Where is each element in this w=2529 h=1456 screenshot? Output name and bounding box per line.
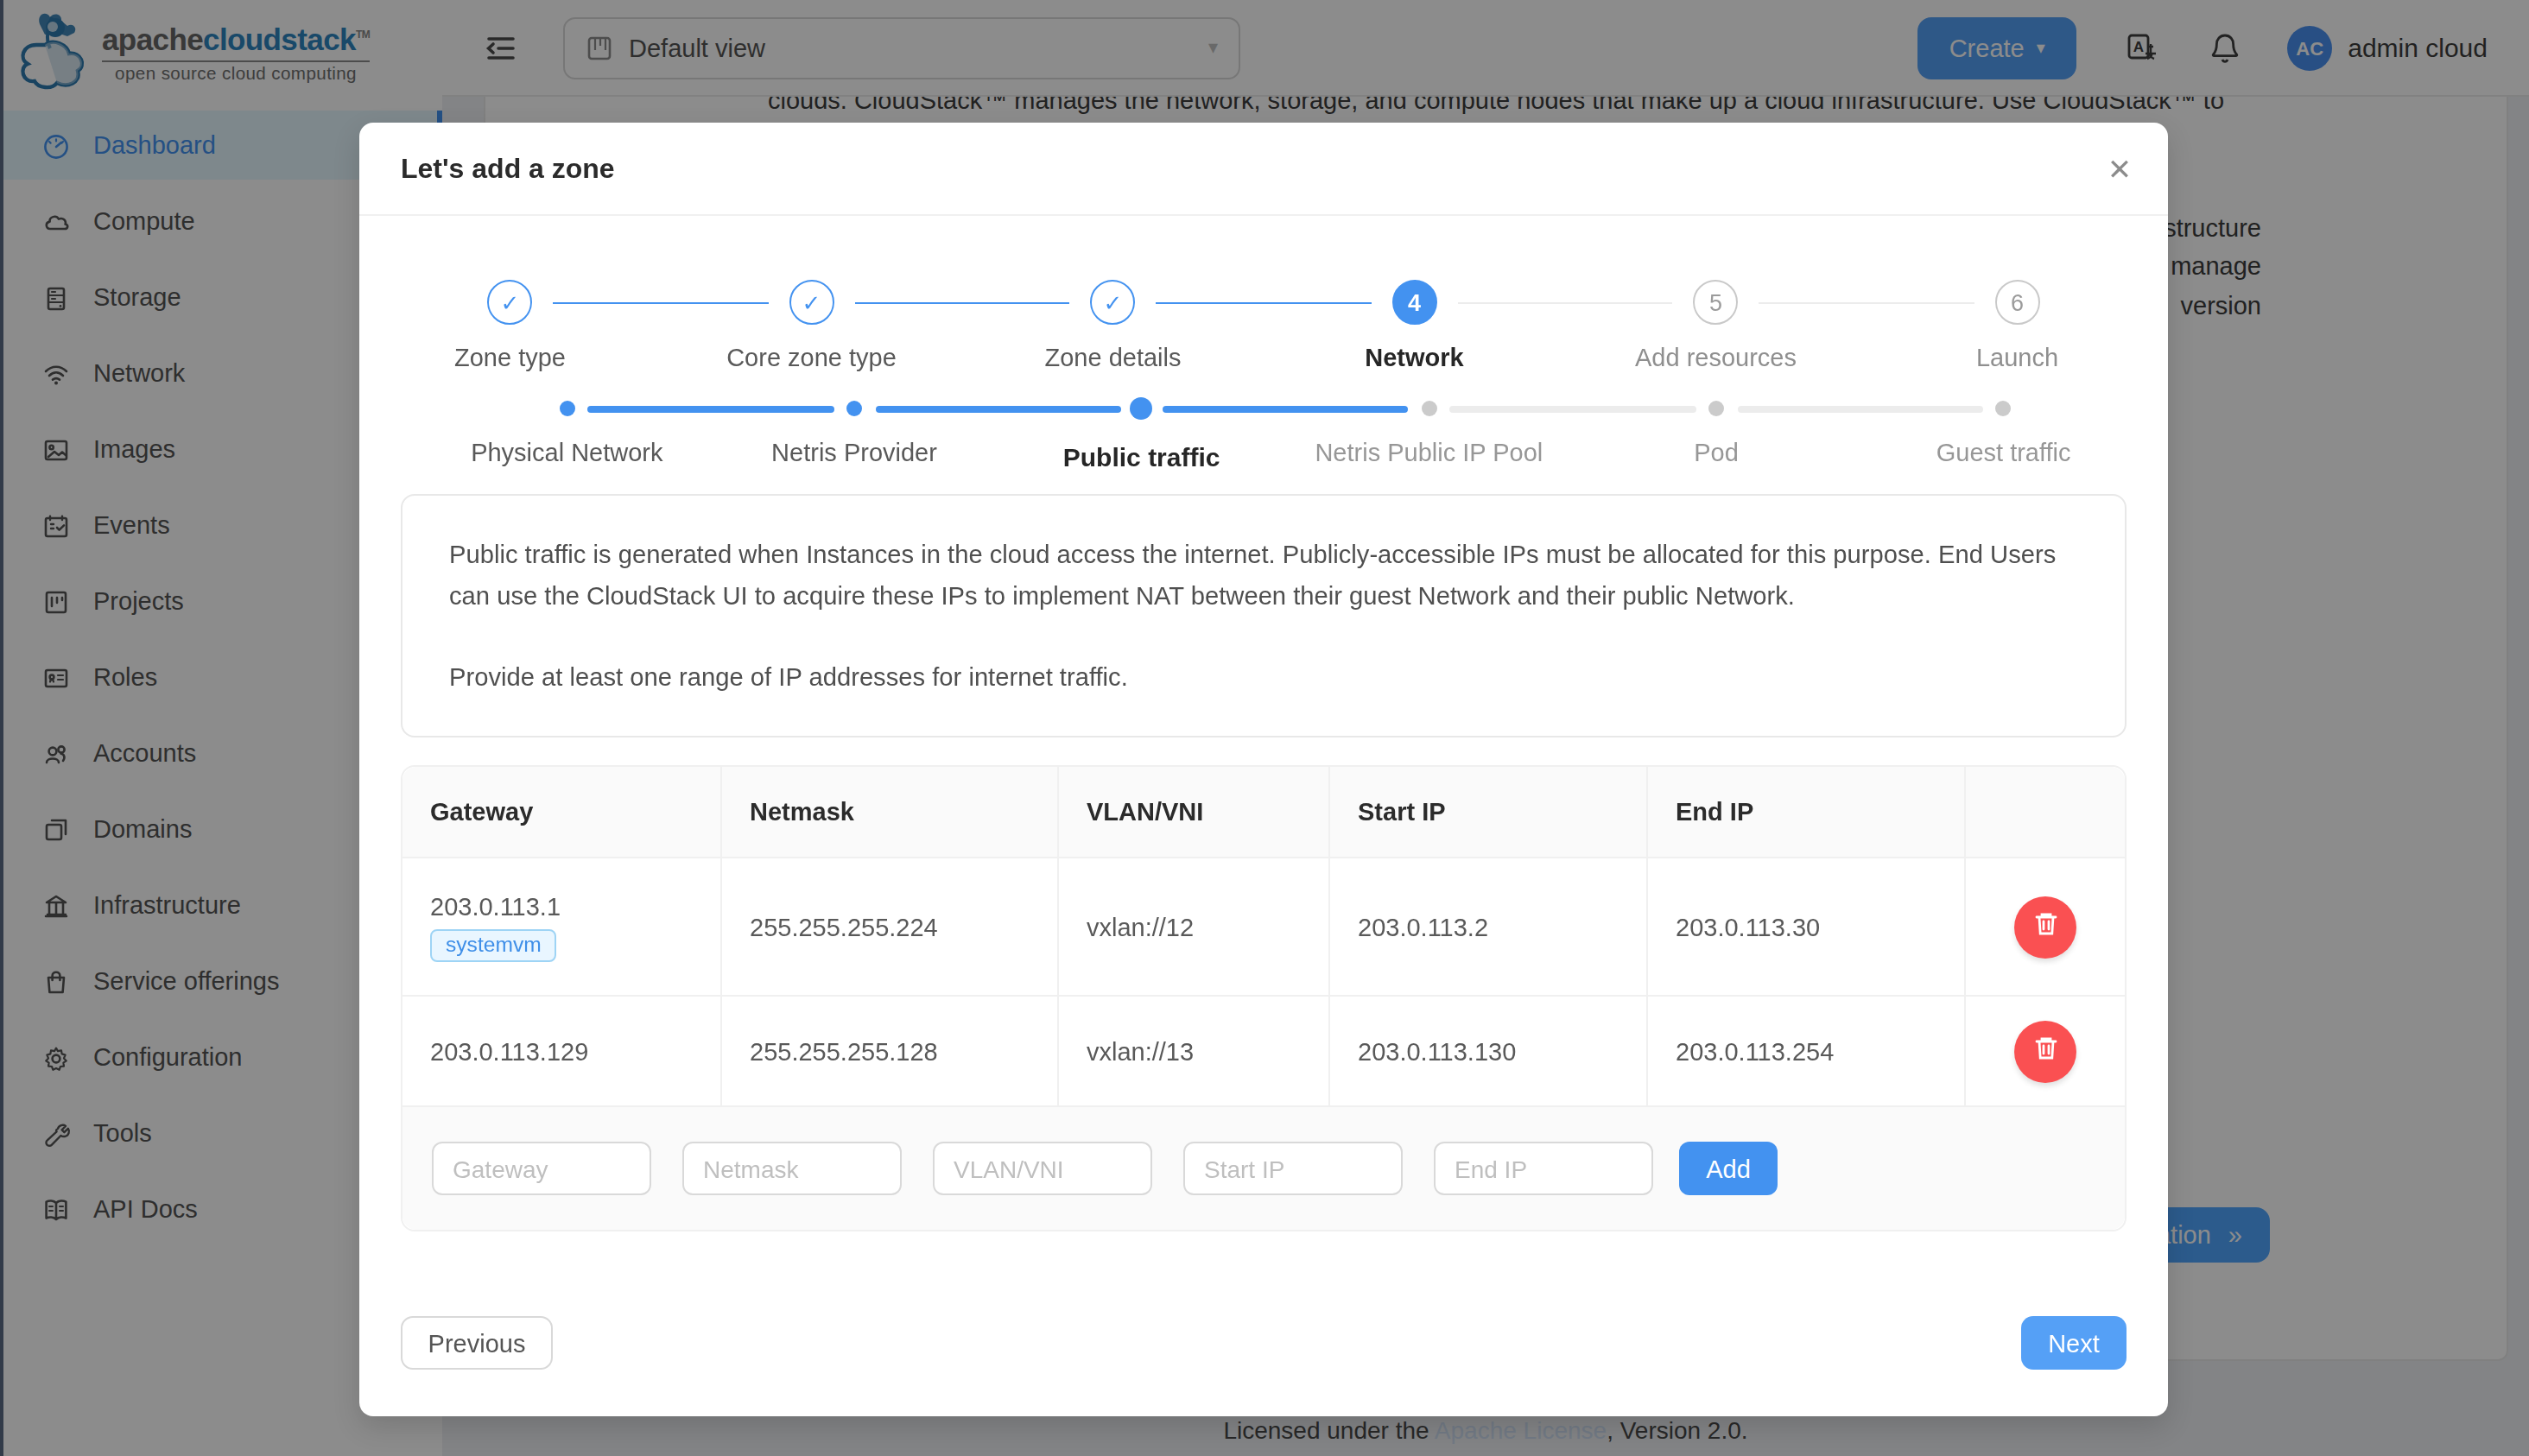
- wizard-step-core-zone-type[interactable]: ✓ Core zone type: [661, 280, 962, 371]
- app: clouds. CloudStack™ manages the network,…: [0, 0, 2529, 1456]
- ip-range-table: GatewayNetmaskVLAN/VNIStart IPEnd IP 203…: [401, 765, 2127, 1231]
- step-number: 4: [1392, 280, 1437, 325]
- step-label: Add resources: [1635, 344, 1797, 371]
- systemvm-tag: systemvm: [430, 928, 557, 961]
- substep-dot: [1996, 401, 2012, 416]
- column-header-gateway: Gateway: [402, 767, 722, 857]
- column-header-end-ip: End IP: [1648, 767, 1966, 857]
- substep-dot: [559, 401, 574, 416]
- wizard-step-launch[interactable]: 6 Launch: [1867, 280, 2168, 371]
- wizard-substeps: Physical Network Netris Provider Public tr…: [423, 399, 2147, 472]
- column-header-start-ip: Start IP: [1330, 767, 1648, 857]
- input-vlan-vni[interactable]: [933, 1142, 1152, 1195]
- substep-dot: [1131, 397, 1153, 420]
- wizard-step-zone-details[interactable]: ✓ Zone details: [962, 280, 1264, 371]
- substep-dot: [846, 401, 862, 416]
- modal-header: Let's add a zone ✕: [359, 123, 2168, 216]
- delete-row-button[interactable]: [2014, 896, 2076, 958]
- input-start-ip[interactable]: [1183, 1142, 1403, 1195]
- substep-label: Netris Provider: [771, 439, 937, 466]
- cell-start-ip: 203.0.113.2: [1330, 858, 1648, 995]
- column-header-actions: [1966, 767, 2125, 857]
- table-input-row: Add: [402, 1107, 2125, 1230]
- table-header-row: GatewayNetmaskVLAN/VNIStart IPEnd IP: [402, 767, 2125, 858]
- substep-label: Physical Network: [471, 439, 662, 466]
- delete-row-button[interactable]: [2014, 1020, 2076, 1082]
- substep-label: Pod: [1694, 439, 1739, 466]
- cell-vlan: vxlan://12: [1059, 858, 1330, 995]
- cell-end-ip: 203.0.113.254: [1648, 997, 1966, 1105]
- previous-button[interactable]: Previous: [401, 1316, 553, 1370]
- input-end-ip[interactable]: [1434, 1142, 1653, 1195]
- table-row: 203.0.113.129255.255.255.128vxlan://1320…: [402, 997, 2125, 1107]
- wizard-substep-guest-traffic[interactable]: Guest traffic: [1860, 399, 2147, 472]
- step-check-icon: ✓: [488, 280, 533, 325]
- cell-end-ip: 203.0.113.30: [1648, 858, 1966, 995]
- step-label: Core zone type: [726, 344, 897, 371]
- step-label: Launch: [1976, 344, 2058, 371]
- close-icon[interactable]: ✕: [2071, 123, 2168, 216]
- add-button[interactable]: Add: [1679, 1142, 1778, 1195]
- cell-netmask: 255.255.255.128: [722, 997, 1059, 1105]
- step-label: Zone details: [1045, 344, 1182, 371]
- modal-title: Let's add a zone: [401, 153, 615, 184]
- next-button[interactable]: Next: [2021, 1316, 2127, 1370]
- table-row: 203.0.113.1systemvm255.255.255.224vxlan:…: [402, 858, 2125, 997]
- add-zone-modal: Let's add a zone ✕ ✓ Zone type ✓ Core zone …: [359, 123, 2168, 1416]
- step-label: Zone type: [454, 344, 566, 371]
- wizard-step-add-resources[interactable]: 5 Add resources: [1565, 280, 1867, 371]
- input-gateway[interactable]: [432, 1142, 651, 1195]
- substep-label: Guest traffic: [1936, 439, 2071, 466]
- substep-label: Netris Public IP Pool: [1315, 439, 1543, 466]
- wizard-steps: ✓ Zone type ✓ Core zone type ✓ Zone details 4 N…: [359, 280, 2168, 371]
- wizard-step-network[interactable]: 4 Network: [1264, 280, 1565, 371]
- step-check-icon: ✓: [1091, 280, 1136, 325]
- substep-dot: [1708, 401, 1724, 416]
- substep-dot: [1421, 401, 1436, 416]
- input-netmask[interactable]: [682, 1142, 902, 1195]
- step-label: Network: [1365, 344, 1463, 371]
- cell-netmask: 255.255.255.224: [722, 858, 1059, 995]
- step-number: 6: [1995, 280, 2040, 325]
- step-check-icon: ✓: [789, 280, 834, 325]
- public-traffic-description: Public traffic is generated when Instanc…: [401, 494, 2127, 737]
- cell-vlan: vxlan://13: [1059, 997, 1330, 1105]
- trash-icon: [2032, 910, 2058, 943]
- substep-label: Public traffic: [1063, 442, 1220, 472]
- cell-gateway: 203.0.113.129: [402, 997, 722, 1105]
- wizard-step-zone-type[interactable]: ✓ Zone type: [359, 280, 661, 371]
- column-header-vlan-vni: VLAN/VNI: [1059, 767, 1330, 857]
- cell-gateway: 203.0.113.1systemvm: [402, 858, 722, 995]
- step-number: 5: [1694, 280, 1739, 325]
- cell-start-ip: 203.0.113.130: [1330, 997, 1648, 1105]
- column-header-netmask: Netmask: [722, 767, 1059, 857]
- trash-icon: [2032, 1035, 2058, 1067]
